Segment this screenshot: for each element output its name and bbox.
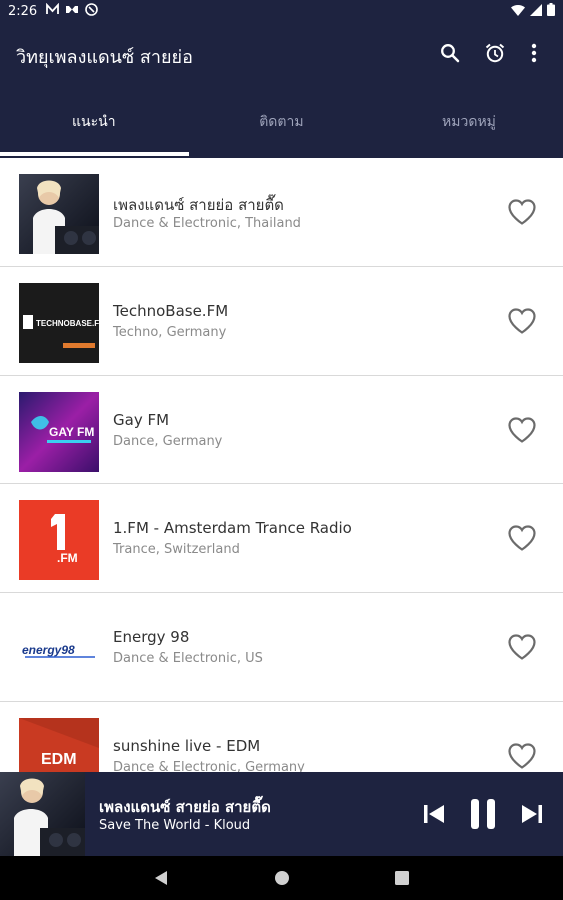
gayfm-logo-text: GAY FM	[49, 425, 94, 439]
1fm-logo: .FM	[19, 500, 99, 581]
app-screen: 2:26 วิทยุเพลงแดนซ์ สายย่อ แนะนำ ติดตาม …	[0, 0, 563, 900]
heart-outline-icon[interactable]	[505, 305, 539, 337]
now-playing-track: Save The World - Kloud	[99, 818, 251, 833]
tab-recommended[interactable]: แนะนำ	[0, 86, 188, 158]
1fm-logo-text: .FM	[57, 551, 78, 565]
station-meta: Dance, Germany	[113, 433, 223, 449]
station-meta: Dance & Electronic, Germany	[113, 759, 305, 772]
back-icon[interactable]	[151, 868, 171, 888]
tab-label: ติดตาม	[259, 114, 304, 130]
more-vert-icon[interactable]	[520, 39, 548, 67]
status-time: 2:26	[8, 4, 38, 19]
edm-logo: EDM	[19, 717, 99, 772]
station-row[interactable]: TECHNOBASE.FM TechnoBase.FM Techno, Germ…	[0, 267, 563, 376]
pause-icon[interactable]	[465, 796, 501, 832]
now-playing-bar[interactable]: เพลงแดนซ์ สายย่อ สายตื๊ด Save The World …	[0, 772, 563, 856]
status-notification-icons	[46, 2, 98, 19]
station-row[interactable]: GAY FM Gay FM Dance, Germany	[0, 376, 563, 485]
heart-outline-icon[interactable]	[505, 522, 539, 554]
tab-categories[interactable]: หมวดหมู่	[375, 86, 563, 158]
station-list[interactable]: เพลงแดนซ์ สายย่อ สายตื๊ด Dance & Electro…	[0, 158, 563, 772]
station-name: Energy 98	[113, 628, 190, 647]
battery-icon	[547, 3, 555, 19]
tab-indicator	[0, 152, 189, 156]
status-bar: 2:26	[0, 0, 563, 24]
tab-bar: แนะนำ ติดตาม หมวดหมู่	[0, 86, 563, 158]
status-system-icons	[511, 3, 555, 19]
station-row[interactable]: energy98 Energy 98 Dance & Electronic, U…	[0, 593, 563, 702]
technobase-logo: TECHNOBASE.FM	[19, 282, 99, 363]
tab-label: หมวดหมู่	[442, 114, 496, 130]
alarm-icon[interactable]	[481, 39, 509, 67]
m-notification-icon	[46, 2, 59, 19]
station-meta: Trance, Switzerland	[113, 542, 240, 558]
link-icon	[65, 3, 79, 19]
energy98-logo: energy98	[19, 609, 99, 690]
station-meta: Techno, Germany	[113, 324, 227, 340]
skip-previous-icon[interactable]	[416, 796, 452, 832]
station-name: TechnoBase.FM	[113, 301, 229, 320]
skip-next-icon[interactable]	[514, 796, 550, 832]
gayfm-logo: GAY FM	[19, 391, 99, 472]
heart-outline-icon[interactable]	[505, 740, 539, 772]
wifi-icon	[511, 4, 525, 19]
sync-icon	[85, 3, 98, 19]
station-name: 1.FM - Amsterdam Trance Radio	[113, 519, 352, 538]
station-row[interactable]: .FM 1.FM - Amsterdam Trance Radio Trance…	[0, 484, 563, 594]
station-name: sunshine live - EDM	[113, 736, 261, 755]
tab-following[interactable]: ติดตาม	[188, 86, 376, 158]
now-playing-station: เพลงแดนซ์ สายย่อ สายตื๊ด	[99, 798, 271, 816]
heart-outline-icon[interactable]	[505, 631, 539, 663]
tab-label: แนะนำ	[72, 114, 116, 130]
recents-icon[interactable]	[392, 868, 412, 888]
search-icon[interactable]	[436, 39, 464, 67]
now-playing-artwork	[0, 772, 85, 856]
station-meta: Dance & Electronic, US	[113, 651, 263, 667]
energy98-logo-text: energy98	[22, 643, 75, 657]
app-bar: วิทยุเพลงแดนซ์ สายย่อ	[0, 24, 563, 86]
technobase-logo-text: TECHNOBASE.FM	[36, 319, 99, 328]
station-row[interactable]: EDM sunshine live - EDM Dance & Electron…	[0, 702, 563, 772]
station-name: เพลงแดนซ์ สายย่อ สายตื๊ด	[113, 196, 284, 214]
app-title: วิทยุเพลงแดนซ์ สายย่อ	[16, 47, 193, 68]
heart-outline-icon[interactable]	[505, 196, 539, 228]
home-icon[interactable]	[272, 868, 292, 888]
system-nav-bar	[0, 856, 563, 900]
station-name: Gay FM	[113, 410, 170, 429]
edm-logo-text: EDM	[41, 751, 77, 768]
heart-outline-icon[interactable]	[505, 414, 539, 446]
dj-girl-logo	[19, 174, 99, 254]
station-row[interactable]: เพลงแดนซ์ สายย่อ สายตื๊ด Dance & Electro…	[0, 158, 563, 267]
station-meta: Dance & Electronic, Thailand	[113, 216, 301, 231]
signal-icon	[530, 3, 542, 19]
